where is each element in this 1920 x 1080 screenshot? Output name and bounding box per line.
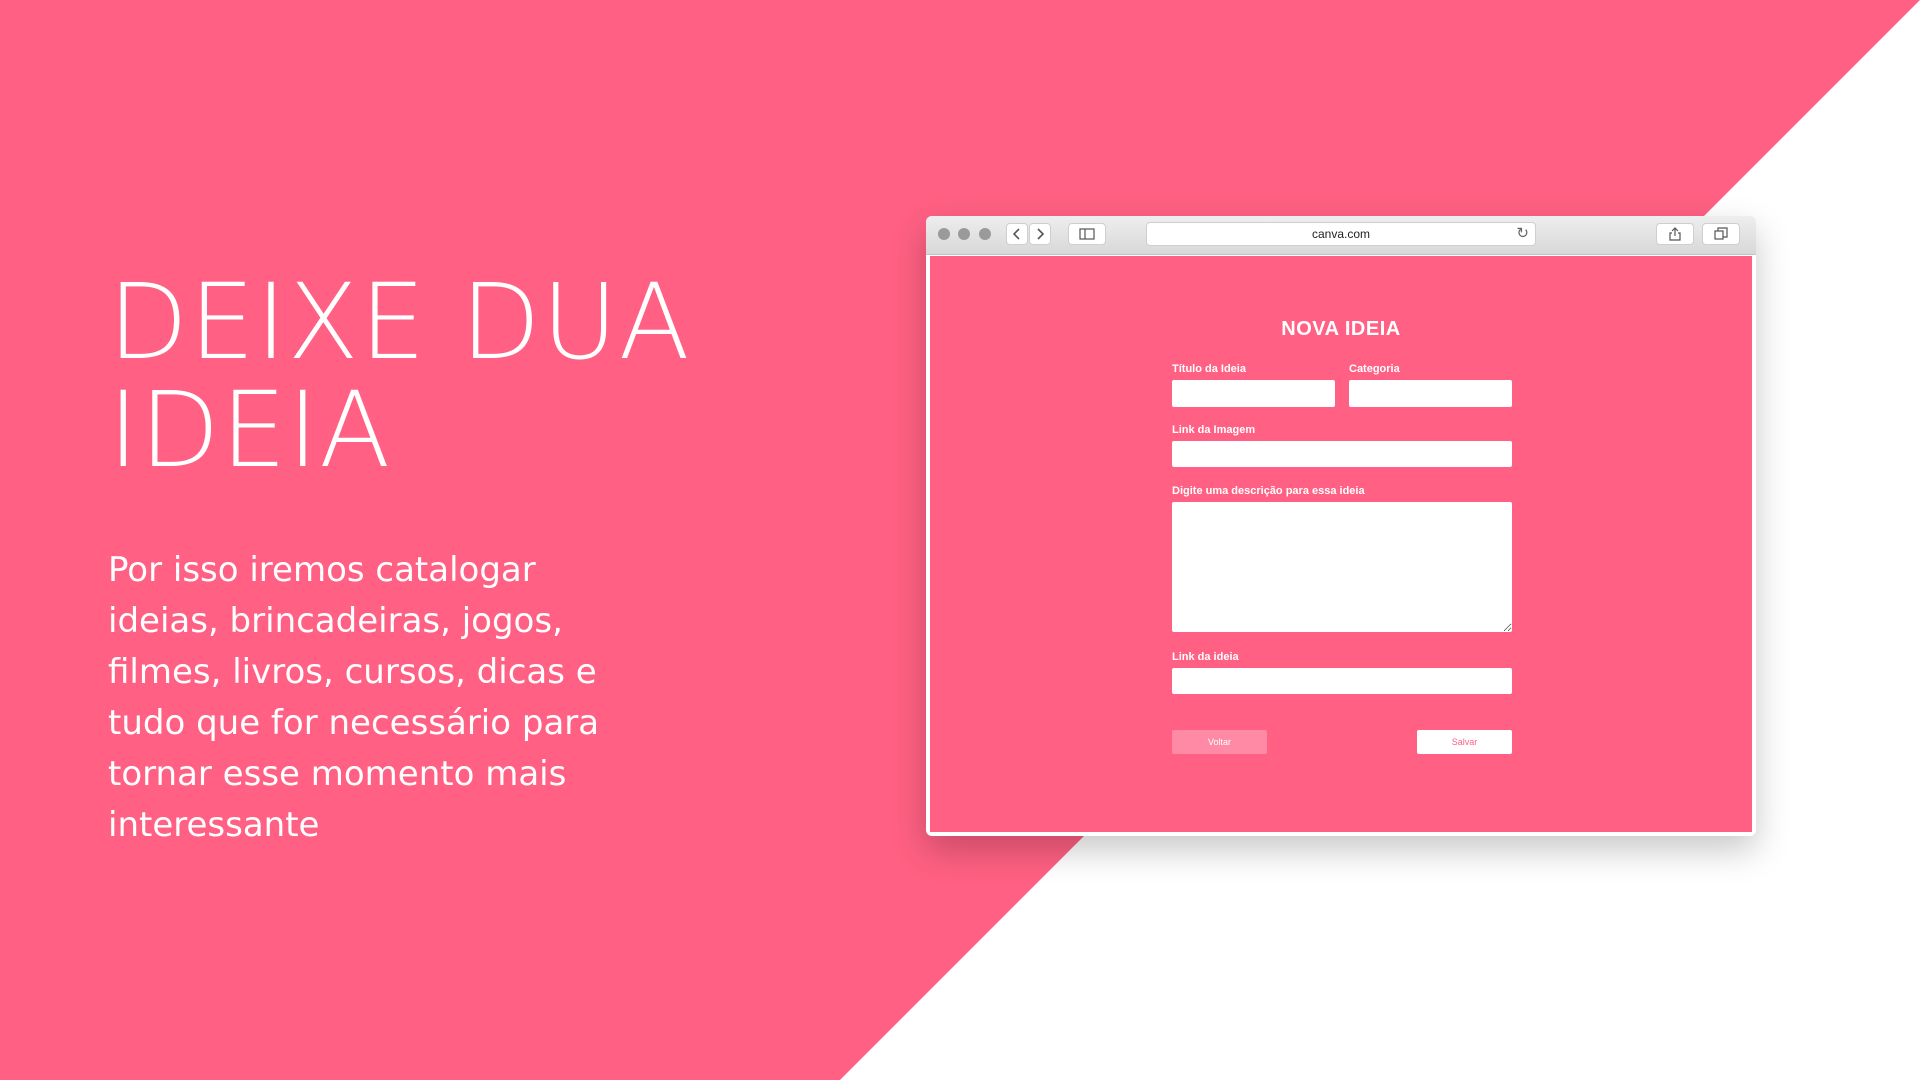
label-titulo: Título da Ideia [1172, 363, 1246, 375]
categoria-input[interactable] [1349, 380, 1512, 407]
window-zoom-dot[interactable] [979, 228, 991, 240]
salvar-button[interactable]: Salvar [1417, 730, 1512, 754]
url-text: canva.com [1311, 227, 1371, 241]
label-categoria: Categoria [1349, 363, 1400, 375]
label-link-imagem: Link da Imagem [1172, 424, 1256, 436]
body-paragraph: Por isso iremos catalogar ideias, brinca… [108, 545, 628, 851]
headline-line: DEIXE DUA [108, 261, 691, 383]
address-bar[interactable]: canva.com ↻ [1146, 222, 1536, 246]
descricao-textarea[interactable] [1172, 502, 1512, 632]
label-link-ideia: Link da ideia [1172, 651, 1239, 663]
form-page: NOVA IDEIA Título da Ideia Categoria Lin… [930, 256, 1752, 832]
tabs-icon[interactable] [1702, 223, 1740, 245]
forward-arrow-icon[interactable] [1029, 223, 1051, 245]
body-line: ideias, brincadeiras, jogos, [108, 601, 563, 641]
link-imagem-input[interactable] [1172, 441, 1512, 467]
titulo-input[interactable] [1172, 380, 1335, 407]
form-title: NOVA IDEIA [1281, 318, 1401, 340]
body-line: tornar esse momento mais [108, 754, 567, 794]
label-descricao: Digite uma descrição para essa ideia [1172, 485, 1365, 497]
window-close-dot[interactable] [938, 228, 950, 240]
headline: DEIXE DUA IDEIA [108, 268, 691, 484]
back-arrow-icon[interactable] [1006, 223, 1028, 245]
share-icon[interactable] [1656, 223, 1694, 245]
voltar-button[interactable]: Voltar [1172, 730, 1267, 754]
window-minimize-dot[interactable] [958, 228, 970, 240]
body-line: tudo que for necessário para [108, 703, 600, 743]
link-ideia-input[interactable] [1172, 668, 1512, 694]
body-line: Por isso iremos catalogar [108, 550, 536, 590]
body-line: filmes, livros, cursos, dicas e [108, 652, 597, 692]
reload-icon[interactable]: ↻ [1516, 224, 1529, 242]
body-line: interessante [108, 805, 320, 845]
headline-line: IDEIA [108, 369, 392, 491]
browser-window-mockup: canva.com ↻ NOVA IDEIA Título da Ideia C… [926, 216, 1756, 836]
sidebar-icon[interactable] [1068, 223, 1106, 245]
browser-toolbar: canva.com ↻ [926, 216, 1756, 255]
